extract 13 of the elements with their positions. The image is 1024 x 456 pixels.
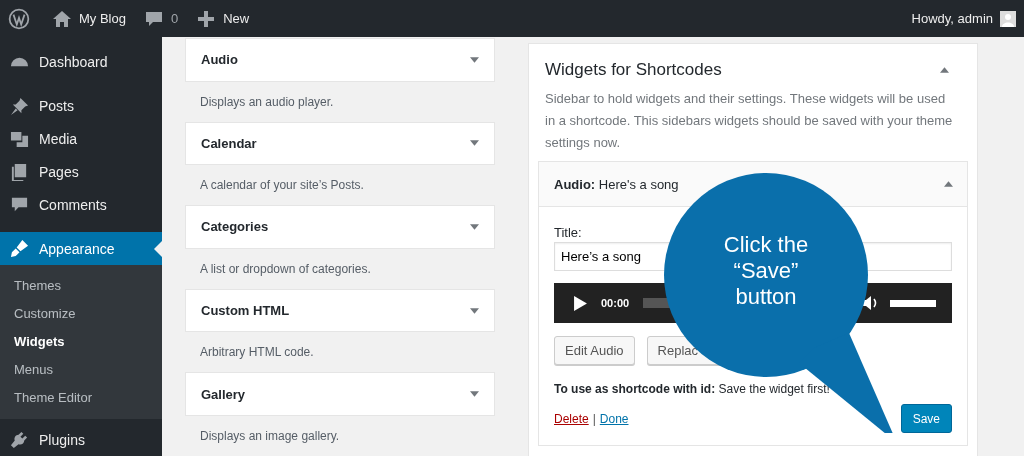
- time-display: 00:00: [601, 297, 630, 309]
- link-separator: |: [592, 411, 596, 426]
- widget-description: A list or dropdown of categories.: [199, 260, 372, 278]
- panel-description: Sidebar to hold widgets and their settings. These widgets will be used in a shortcode. This sidebars widgets should be saved with your theme settings now.: [545, 90, 954, 152]
- widget-title: Audio: Here's a song: [554, 176, 679, 192]
- callout-text: Click the “Save” button: [722, 232, 810, 310]
- widget-description: Arbitrary HTML code.: [199, 344, 315, 362]
- widget-description: Displays an image gallery.: [199, 427, 341, 445]
- widget-description: Displays an audio player.: [199, 93, 335, 111]
- field-label: Title:: [554, 225, 583, 240]
- shortcode-note: To use as shortcode with id: Save the widget first!: [554, 382, 831, 396]
- panel-title: Widgets for Shortcodes: [545, 60, 722, 80]
- widget-description: A calendar of your site’s Posts.: [199, 177, 365, 195]
